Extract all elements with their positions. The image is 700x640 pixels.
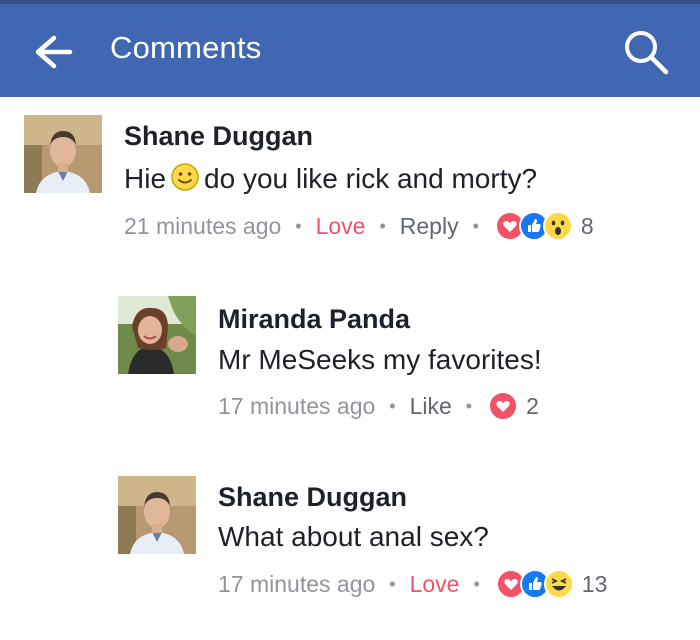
avatar[interactable] [118, 296, 196, 374]
separator-dot: • [379, 215, 386, 236]
top-bar: Comments [0, 0, 700, 97]
love-button[interactable]: Love [410, 571, 460, 598]
avatar[interactable] [118, 476, 196, 554]
love-reaction-icon [488, 391, 519, 421]
separator-dot: • [389, 573, 396, 594]
love-button[interactable]: Love [316, 213, 366, 240]
timestamp: 17 minutes ago [218, 392, 376, 419]
search-icon[interactable] [622, 28, 670, 76]
reaction-summary[interactable]: 8 [494, 211, 594, 241]
comment-text: Hie do you like rick and morty? [124, 162, 537, 199]
reaction-count: 13 [581, 570, 608, 597]
reply-button[interactable]: Reply [400, 213, 459, 240]
comment-text: What about anal sex? [218, 521, 489, 552]
separator-dot: • [472, 215, 479, 236]
comment-meta: 21 minutes ago • Love • Reply • 8 [124, 211, 594, 241]
separator-dot: • [473, 573, 480, 594]
page-title: Comments [110, 30, 262, 65]
separator-dot: • [389, 395, 396, 416]
comment-text: Mr MeSeeks my favorites! [218, 344, 542, 375]
slight-smile-emoji [170, 162, 200, 199]
arrow-left-icon[interactable] [34, 34, 74, 70]
comment-author[interactable]: Shane Duggan [218, 482, 407, 513]
like-button[interactable]: Like [410, 393, 452, 420]
comment-meta: 17 minutes ago • Love • 13 [218, 569, 607, 599]
reaction-summary[interactable]: 2 [488, 391, 539, 421]
comment-text-end: do you like rick and morty? [204, 162, 538, 194]
separator-dot: • [465, 395, 473, 416]
separator-dot: • [295, 215, 302, 236]
avatar[interactable] [24, 115, 102, 193]
haha-reaction-icon [543, 569, 574, 599]
wow-reaction-icon [542, 211, 573, 241]
comment-author[interactable]: Shane Duggan [124, 121, 313, 152]
reaction-summary[interactable]: 13 [495, 569, 608, 599]
comment-meta: 17 minutes ago • Like • 2 [218, 391, 539, 421]
reaction-count: 2 [526, 392, 539, 419]
timestamp: 17 minutes ago [218, 570, 376, 597]
timestamp: 21 minutes ago [124, 212, 282, 239]
reaction-count: 8 [580, 212, 594, 239]
comment-author[interactable]: Miranda Panda [218, 304, 410, 335]
comment-text-start: Hie [124, 162, 167, 194]
